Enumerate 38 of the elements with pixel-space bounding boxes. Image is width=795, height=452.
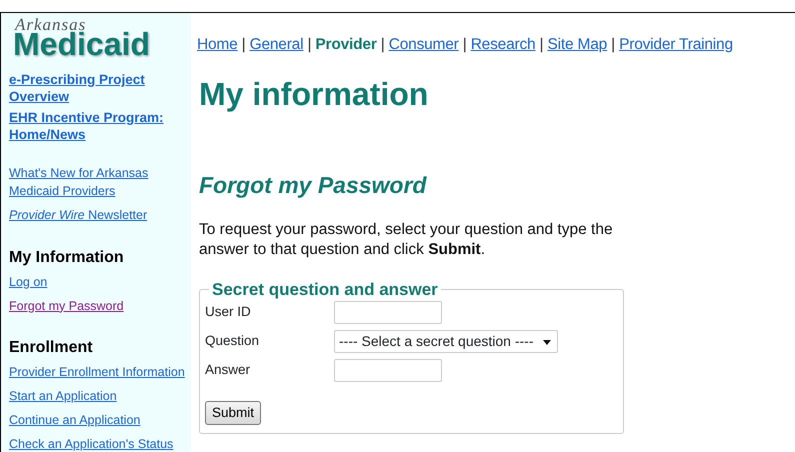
separator: | (307, 36, 312, 53)
field-label: Answer (205, 361, 252, 380)
nav-link[interactable]: Provider Training (619, 36, 733, 53)
input-field[interactable] (334, 358, 442, 382)
instructions: To request your password, select your question and type the answer to that question and click Submit. (199, 220, 614, 260)
sidebar-link[interactable]: e-Prescribing Project Overview (9, 71, 191, 105)
nav-link[interactable]: General (250, 36, 304, 53)
nav-link[interactable]: Provider (315, 36, 377, 53)
nav-link[interactable]: Home (197, 36, 238, 53)
question-dropdown[interactable]: ---- Select a secret question ---- (334, 330, 558, 353)
sidebar-link[interactable]: Log on (9, 274, 48, 291)
nav-link[interactable]: Site Map (547, 36, 608, 53)
form-legend: Secret question and answer (209, 280, 441, 298)
separator: | (242, 36, 246, 53)
section-heading: Enrollment (9, 338, 93, 356)
nav-link[interactable]: Consumer (388, 36, 459, 53)
submit-button[interactable]: Submit (205, 400, 262, 425)
separator: | (611, 36, 615, 53)
nav-link[interactable]: Research (470, 36, 536, 53)
sidebar-link[interactable]: What's New for Arkansas Medicaid Providers (9, 165, 191, 200)
sidebar-link[interactable]: Check an Application's Status (9, 436, 174, 452)
sidebar-link[interactable]: Start an Application (9, 388, 117, 405)
separator: | (540, 36, 544, 53)
sidebar-link[interactable]: Forgot my Password (9, 298, 124, 315)
sidebar-link[interactable]: Provider Enrollment Information (9, 364, 185, 381)
sidebar-link[interactable]: Continue an Application (9, 412, 140, 429)
field-label: User ID (205, 303, 252, 322)
section-heading: My Information (9, 248, 124, 266)
page-subtitle: Forgot my Password (199, 171, 428, 200)
page-title: My information (199, 75, 430, 114)
separator: | (380, 36, 385, 53)
sidebar-link[interactable]: Provider Wire Newsletter (9, 207, 148, 224)
caret-icon (543, 340, 551, 345)
field-label: Question (205, 332, 260, 350)
input-field[interactable] (334, 300, 442, 324)
separator: | (462, 36, 467, 53)
logo[interactable]: Arkansas Medicaid (9, 16, 185, 60)
sidebar-link[interactable]: EHR Incentive Program: Home/News (9, 109, 191, 143)
